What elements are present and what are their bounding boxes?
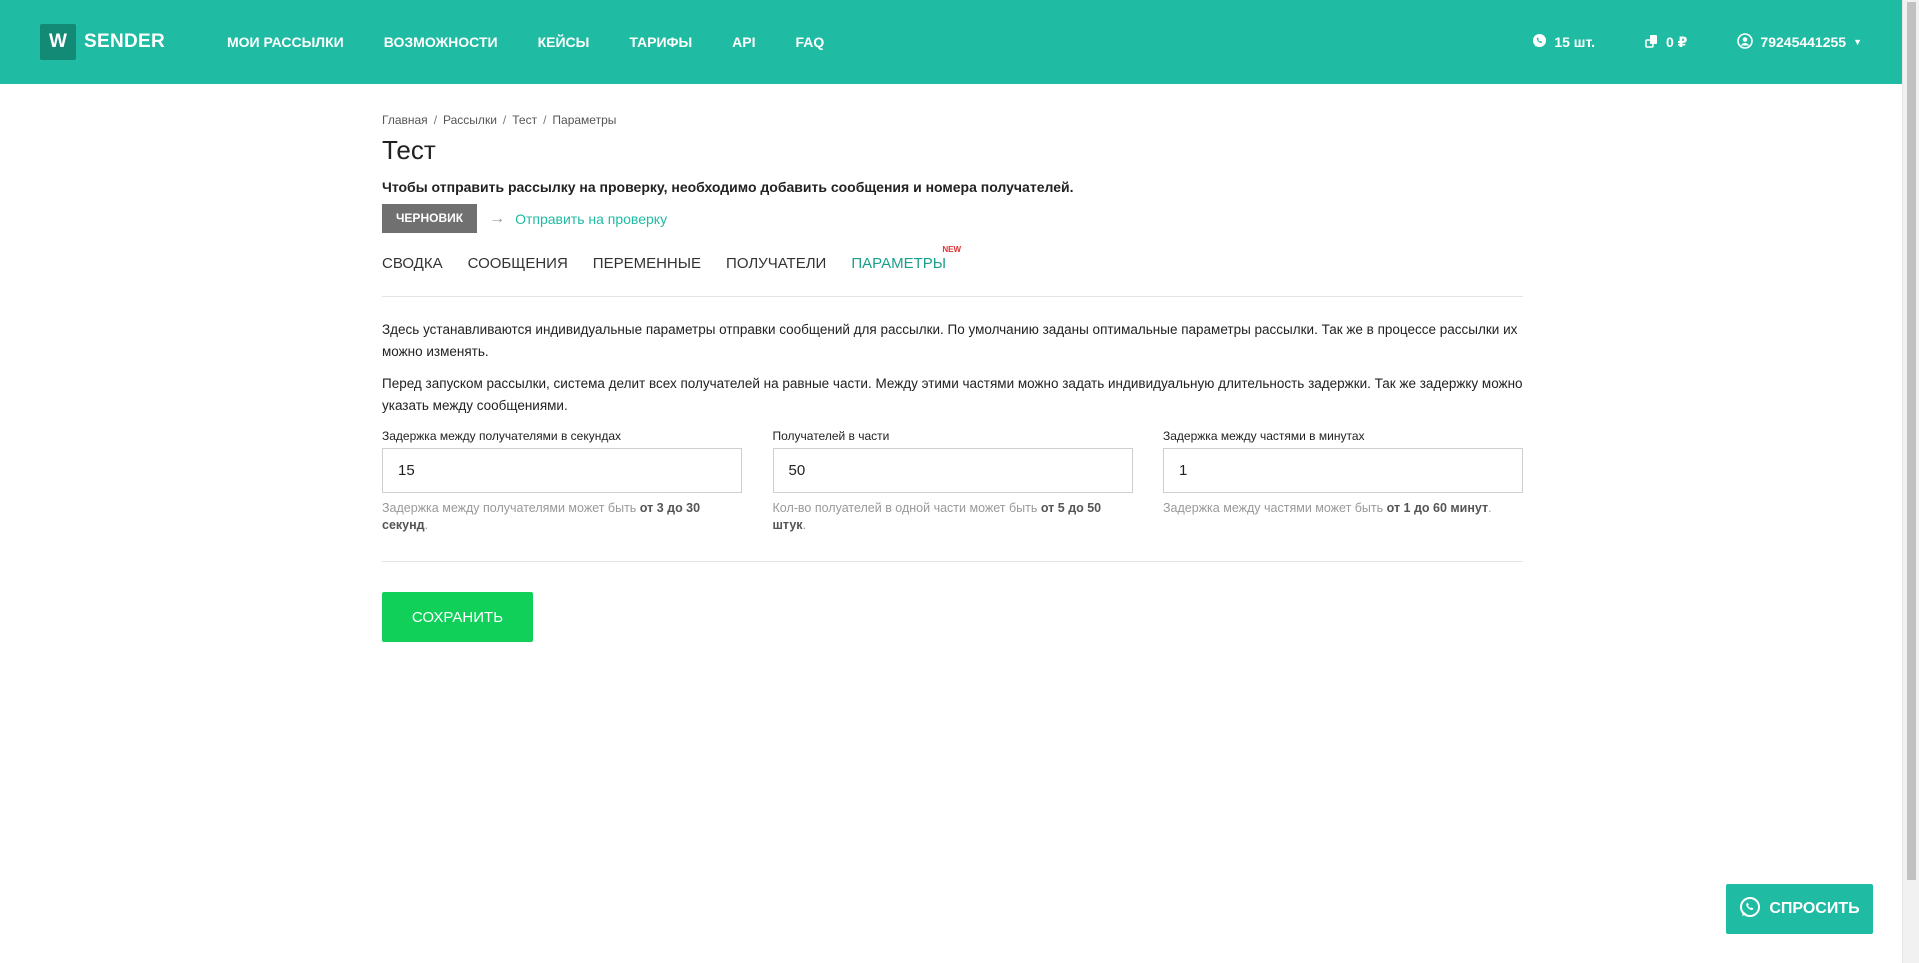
new-badge: NEW xyxy=(942,245,962,254)
whatsapp-icon xyxy=(1532,33,1554,51)
breadcrumb-separator: / xyxy=(433,113,438,127)
ask-button[interactable]: СПРОСИТЬ xyxy=(1726,884,1873,934)
hint-end: . xyxy=(802,518,807,532)
description-paragraph: Перед запуском рассылки, система делит в… xyxy=(382,376,1523,413)
nav-api[interactable]: API xyxy=(732,34,755,50)
scrollbar-thumb[interactable] xyxy=(1907,2,1916,880)
balance-value: 0 ₽ xyxy=(1666,33,1688,50)
balance[interactable]: 0 ₽ xyxy=(1645,34,1687,51)
tab-variables[interactable]: ПЕРЕМЕННЫЕ xyxy=(593,255,701,296)
field-hint: Кол-во полуателей в одной части может бы… xyxy=(773,500,1133,534)
part-delay-input[interactable] xyxy=(1163,448,1523,493)
save-button[interactable]: СОХРАНИТЬ xyxy=(382,592,533,642)
nav-cases[interactable]: КЕЙСЫ xyxy=(538,34,590,50)
hint-end: . xyxy=(424,518,429,532)
main-nav: МОИ РАССЫЛКИ ВОЗМОЖНОСТИ КЕЙСЫ ТАРИФЫ AP… xyxy=(227,0,864,84)
hint-text: Задержка между получателями может быть xyxy=(382,501,640,515)
scrollbar[interactable] xyxy=(1902,0,1919,963)
ask-button-label: СПРОСИТЬ xyxy=(1769,900,1860,917)
breadcrumb-current: Параметры xyxy=(552,113,617,127)
field-label: Задержка между частями в минутах xyxy=(1163,429,1365,443)
nav-pricing[interactable]: ТАРИФЫ xyxy=(629,34,692,50)
breadcrumb-home[interactable]: Главная xyxy=(382,113,428,127)
recipient-delay-field: Задержка между получателями в секундах З… xyxy=(382,429,742,534)
hint-text: Кол-во полуателей в одной части может бы… xyxy=(772,501,1041,515)
field-label: Получателей в части xyxy=(772,429,890,443)
recipients-per-part-field: Получателей в части Кол-во полуателей в … xyxy=(772,429,1133,534)
hint-range: от 1 до 60 минут xyxy=(1386,501,1489,515)
recipient-delay-input[interactable] xyxy=(382,448,742,493)
user-menu[interactable]: 79245441255 ▼ xyxy=(1737,32,1862,52)
user-icon xyxy=(1737,32,1760,52)
nav-features[interactable]: ВОЗМОЖНОСТИ xyxy=(384,34,498,50)
breadcrumb-separator: / xyxy=(502,113,507,127)
breadcrumb-separator: / xyxy=(543,113,547,127)
chevron-down-icon: ▼ xyxy=(1853,37,1862,47)
send-for-review-link[interactable]: Отправить на проверку xyxy=(515,211,667,227)
whatsapp-icon xyxy=(1739,896,1769,923)
user-phone: 79245441255 xyxy=(1760,34,1847,50)
part-delay-field: Задержка между частями в минутах Задержк… xyxy=(1163,429,1523,534)
recipients-per-part-input[interactable] xyxy=(772,448,1133,493)
logo-mark: W xyxy=(40,24,76,60)
hint-end: . xyxy=(1488,501,1492,515)
tab-messages[interactable]: СООБЩЕНИЯ xyxy=(468,255,568,296)
page-title: Тест xyxy=(382,135,436,165)
status-badge: ЧЕРНОВИК xyxy=(382,204,478,233)
tab-parameters[interactable]: ПАРАМЕТРЫ NEW xyxy=(851,245,961,296)
field-label: Задержка между получателями в секундах xyxy=(382,429,622,443)
tab-summary[interactable]: СВОДКА xyxy=(382,255,443,296)
top-navbar: W SENDER МОИ РАССЫЛКИ ВОЗМОЖНОСТИ КЕЙСЫ … xyxy=(0,0,1902,84)
status-row: ЧЕРНОВИК → Отправить на проверку xyxy=(382,204,1523,233)
breadcrumb: Главная / Рассылки / Тест / Параметры xyxy=(382,113,1523,127)
notice-text: Чтобы отправить рассылку на проверку, не… xyxy=(382,179,1074,195)
breadcrumb-mailing[interactable]: Тест xyxy=(512,113,537,127)
breadcrumb-mailings[interactable]: Рассылки xyxy=(443,113,497,127)
divider xyxy=(382,561,1523,562)
coins-icon xyxy=(1645,34,1666,51)
tab-recipients[interactable]: ПОЛУЧАТЕЛИ xyxy=(726,255,826,296)
parameters-form: Задержка между получателями в секундах З… xyxy=(382,429,1523,534)
description-paragraph: Здесь устанавливаются индивидуальные пар… xyxy=(382,322,1518,359)
tab-parameters-label: ПАРАМЕТРЫ xyxy=(851,255,947,272)
field-hint: Задержка между частями может быть от 1 д… xyxy=(1163,500,1523,517)
main-content: Главная / Рассылки / Тест / Параметры Те… xyxy=(382,113,1523,642)
tabs: СВОДКА СООБЩЕНИЯ ПЕРЕМЕННЫЕ ПОЛУЧАТЕЛИ П… xyxy=(382,245,1523,297)
logo-text: SENDER xyxy=(84,31,165,52)
messages-count: 15 шт. xyxy=(1554,34,1595,50)
nav-faq[interactable]: FAQ xyxy=(796,34,825,50)
field-hint: Задержка между получателями может быть о… xyxy=(382,500,742,534)
logo[interactable]: W SENDER xyxy=(40,24,165,60)
header-right: 15 шт. 0 ₽ 79245441255 ▼ xyxy=(1482,0,1862,84)
messages-counter[interactable]: 15 шт. xyxy=(1532,33,1595,51)
arrow-right-icon: → xyxy=(489,209,506,227)
hint-text: Задержка между частями может быть xyxy=(1163,501,1387,515)
nav-my-mailings[interactable]: МОИ РАССЫЛКИ xyxy=(227,34,344,50)
